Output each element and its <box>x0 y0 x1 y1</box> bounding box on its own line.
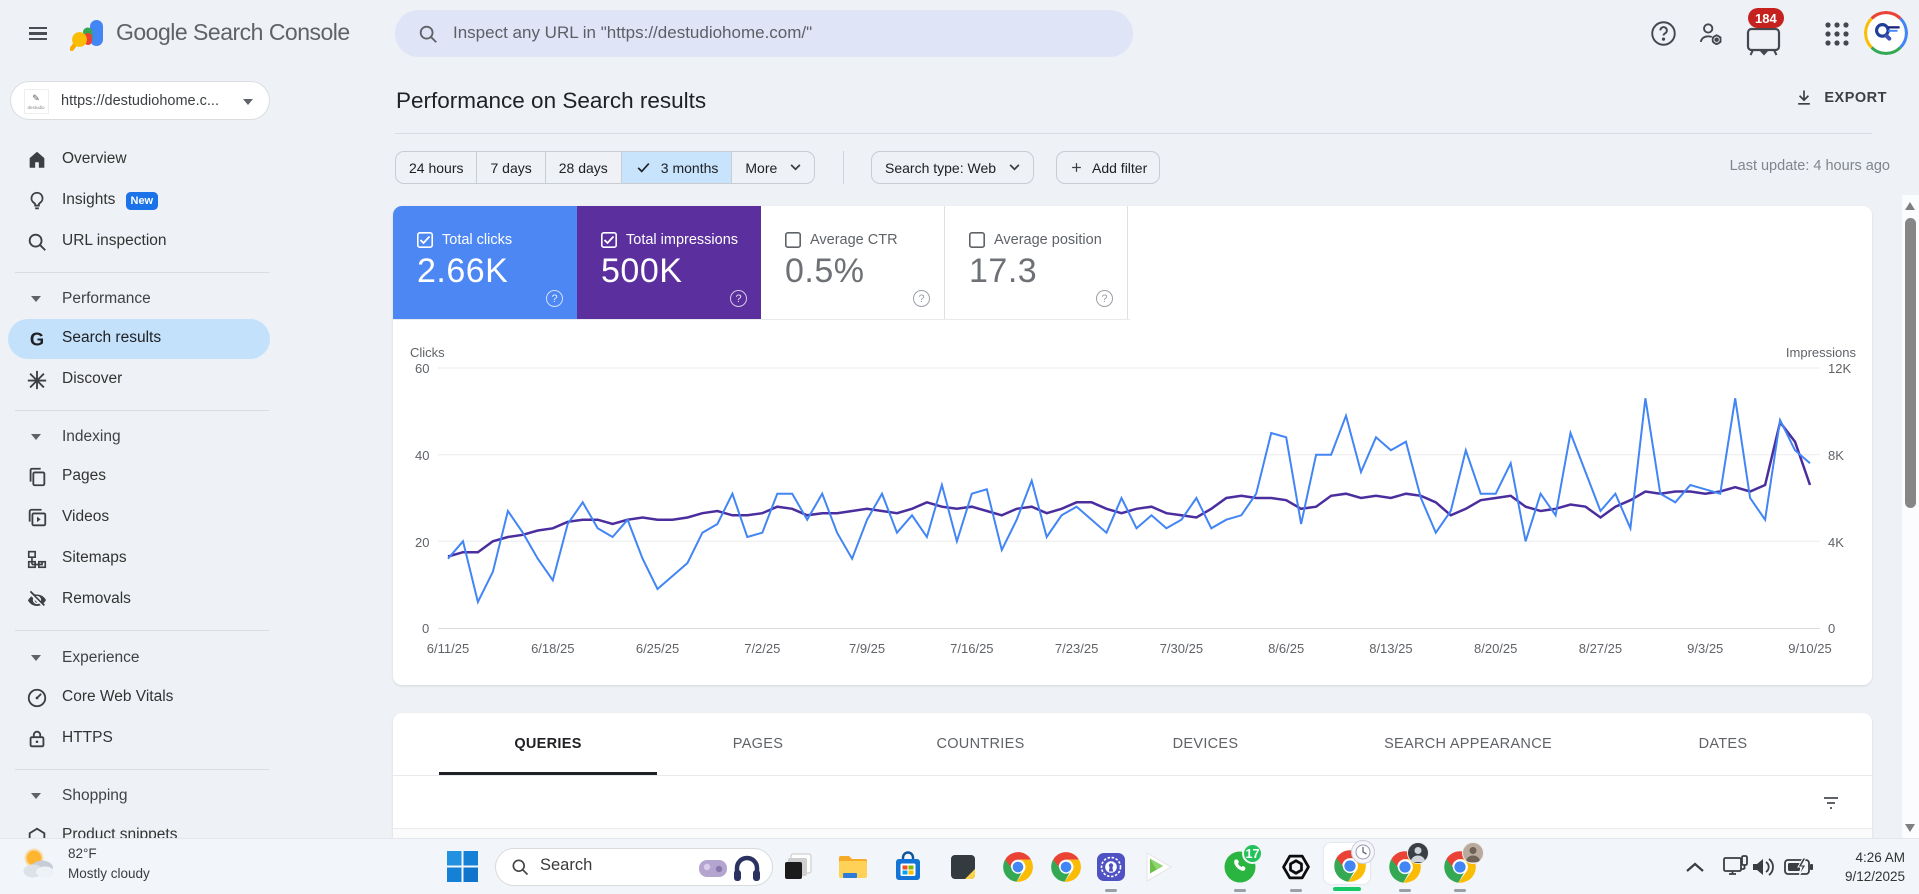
svg-text:destudio: destudio <box>27 105 45 110</box>
svg-text:✎: ✎ <box>32 93 40 103</box>
svg-text:G: G <box>30 328 44 349</box>
